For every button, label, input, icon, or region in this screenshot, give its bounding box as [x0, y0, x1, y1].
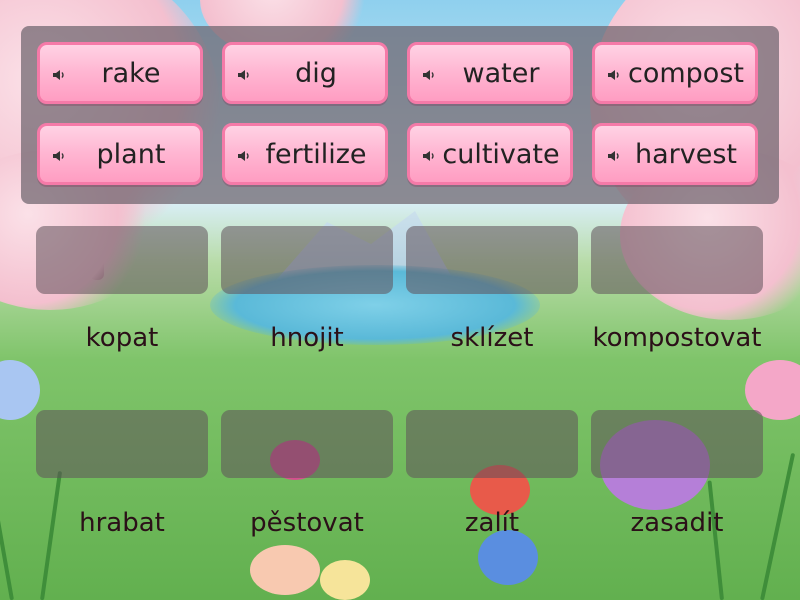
- tile-word: compost: [628, 57, 744, 89]
- speaker-icon[interactable]: [236, 148, 252, 164]
- tile-word: dig: [295, 57, 337, 89]
- target-label: kopat: [85, 323, 159, 353]
- speaker-icon[interactable]: [236, 67, 252, 83]
- drop-slot[interactable]: [36, 226, 208, 294]
- word-tile[interactable]: rake: [37, 42, 203, 104]
- speaker-icon[interactable]: [421, 67, 437, 83]
- tile-word: harvest: [634, 138, 737, 170]
- drop-slot[interactable]: [591, 410, 763, 478]
- speaker-icon[interactable]: [421, 148, 437, 164]
- drop-slot[interactable]: [591, 226, 763, 294]
- drop-slot[interactable]: [36, 410, 208, 478]
- speaker-icon[interactable]: [51, 148, 67, 164]
- word-tile[interactable]: water: [407, 42, 573, 104]
- word-tile[interactable]: harvest: [592, 123, 758, 185]
- word-tile[interactable]: cultivate: [407, 123, 573, 185]
- word-tile[interactable]: compost: [592, 42, 758, 104]
- word-tile[interactable]: plant: [37, 123, 203, 185]
- drop-slot[interactable]: [221, 410, 393, 478]
- word-tile[interactable]: dig: [222, 42, 388, 104]
- tile-word: plant: [96, 138, 166, 170]
- flower-blue: [0, 360, 40, 420]
- speaker-icon[interactable]: [606, 148, 622, 164]
- flower-yellow: [320, 560, 370, 600]
- grass-blade: [0, 442, 14, 600]
- target-label: zasadit: [630, 508, 724, 538]
- target-label: kompostovat: [592, 323, 762, 353]
- drop-slot[interactable]: [406, 226, 578, 294]
- tile-word: water: [462, 57, 540, 89]
- tile-word: fertilize: [265, 138, 367, 170]
- flower-peach: [250, 545, 320, 595]
- tile-word: cultivate: [442, 138, 560, 170]
- target-label: pěstovat: [250, 508, 364, 538]
- word-tile[interactable]: fertilize: [222, 123, 388, 185]
- target-label: hnojit: [270, 323, 344, 353]
- target-label: zalít: [464, 508, 520, 538]
- tile-word: rake: [101, 57, 161, 89]
- target-label: hrabat: [79, 508, 165, 538]
- speaker-icon[interactable]: [51, 67, 67, 83]
- target-label: sklízet: [450, 323, 534, 353]
- speaker-icon[interactable]: [606, 67, 622, 83]
- drop-slot[interactable]: [406, 410, 578, 478]
- drop-slot[interactable]: [221, 226, 393, 294]
